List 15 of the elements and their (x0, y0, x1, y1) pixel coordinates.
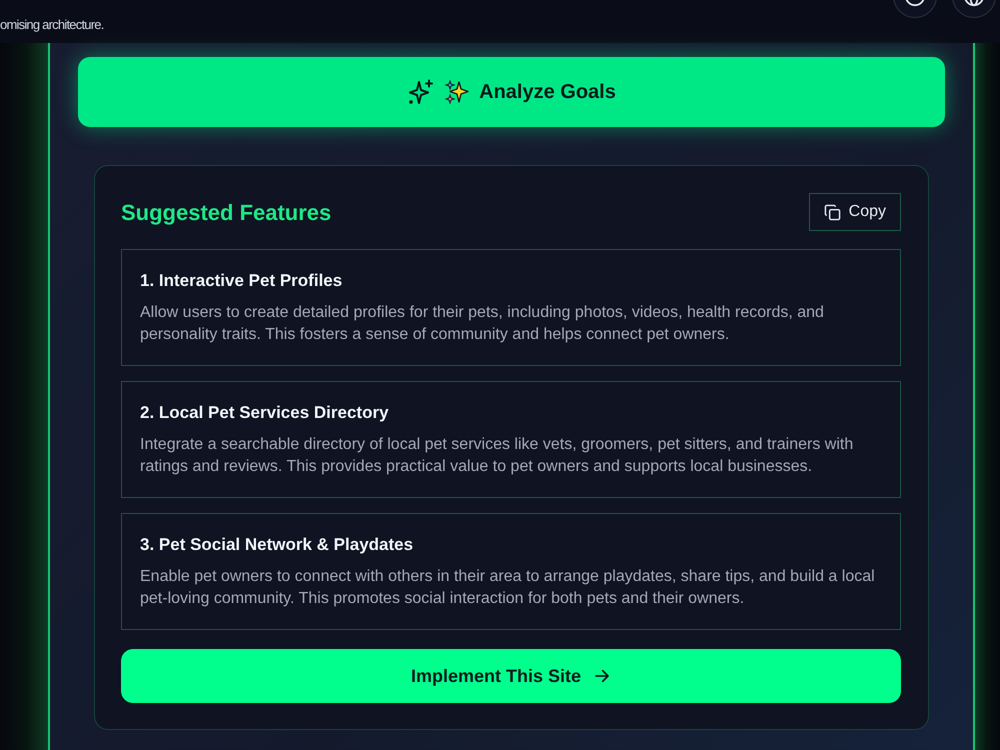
sparkles-outline-icon (407, 79, 436, 105)
header-subtitle: omising architecture. (0, 17, 104, 33)
feature-description: Integrate a searchable directory of local pet services like vets, groomers, pet sitters, and trainers with ratings and reviews. This provides practical value to pet owners and supports local businesses. (140, 435, 854, 477)
analyze-goals-button[interactable]: Analyze Goals (78, 57, 945, 127)
feature-title: 3. Pet Social Network & Playdates (140, 534, 414, 556)
copy-button[interactable]: Copy (808, 193, 901, 231)
copy-icon (824, 204, 841, 220)
feature-title: 1. Interactive Pet Profiles (140, 270, 344, 292)
feature-description: Enable pet owners to connect with others in their area to arrange playdates, share tips, and build a local pet-loving community. This promotes social interaction for both pets and their owners. (140, 567, 876, 609)
feature-description: Allow users to create detailed profiles for their pets, including photos, videos, health records, and personality traits. This fosters a sense of community and helps connect pet owners. (140, 303, 825, 345)
suggestions-heading: Suggested Features (121, 198, 332, 227)
implement-site-button[interactable]: Implement This Site (121, 649, 901, 703)
arrow-right-icon (593, 667, 612, 685)
sparkles-icon (445, 80, 470, 104)
feature-title: 2. Local Pet Services Directory (140, 402, 390, 424)
